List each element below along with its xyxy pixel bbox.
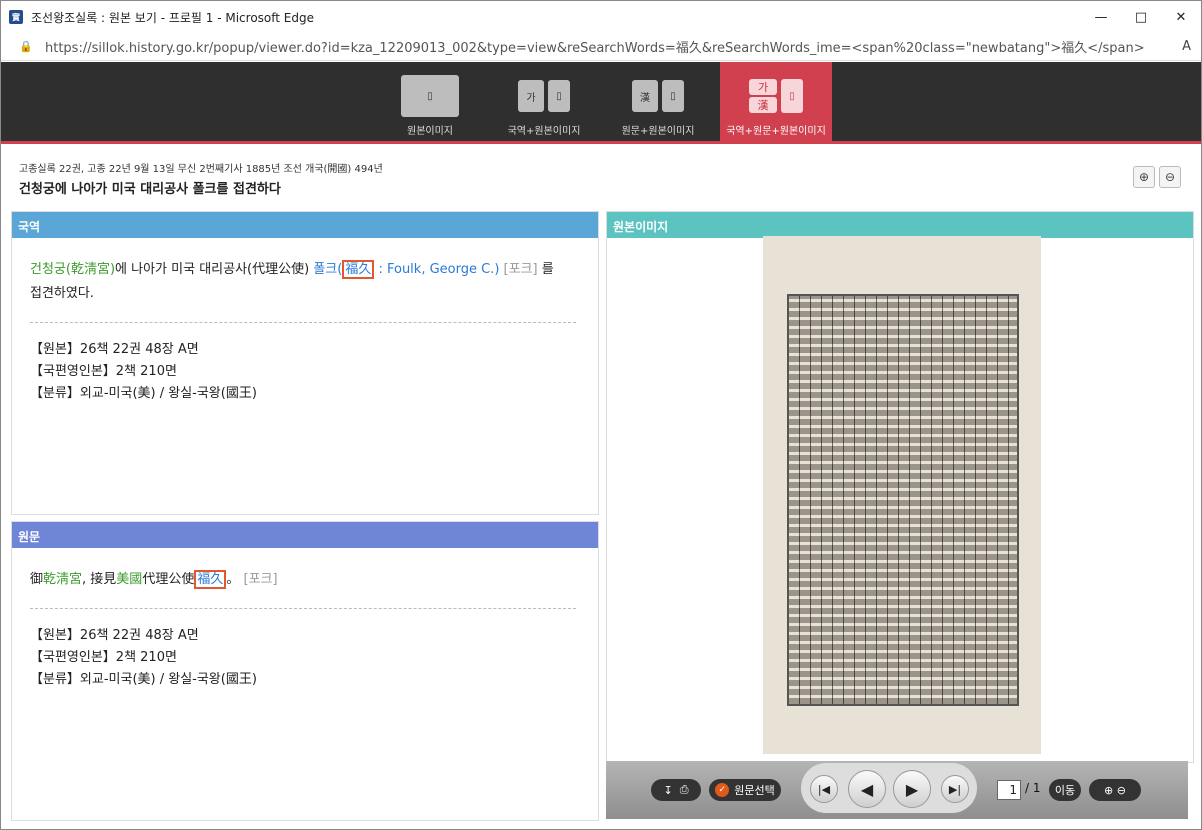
original-body: 御乾淸宮, 接見美國代理公使 福久。 [포크] 【원본】26책 22권 48장 A… xyxy=(12,548,598,691)
ref-item: 【국편영인본】2책 210면 xyxy=(30,650,177,665)
minimize-icon[interactable]: — xyxy=(1081,1,1121,33)
address-bar[interactable]: 🔒 https://sillok.history.go.kr/popup/vie… xyxy=(1,33,1201,61)
annotation: [포크] xyxy=(499,262,538,277)
text: 代理公使 xyxy=(142,572,195,587)
check-icon: ✓ xyxy=(715,783,730,797)
translation-body: 건청궁(乾淸宮)에 나아가 미국 대리공사(代理公使) 폴크(福久 : Foul… xyxy=(12,238,598,405)
text: 접견하였다. xyxy=(30,286,94,301)
korean-glyph-icon: 가 xyxy=(749,79,777,95)
text: 를 xyxy=(537,262,554,277)
search-highlight[interactable]: 福久 xyxy=(194,570,227,589)
image-icon: ▯ xyxy=(662,80,684,112)
browser-window: 實 조선왕조실록 : 원본 보기 - 프로필 1 - Microsoft Edg… xyxy=(0,0,1202,830)
next-page-icon[interactable]: ▶ xyxy=(893,770,931,808)
person-link[interactable]: 폴크( xyxy=(313,262,342,277)
page-total: / 1 xyxy=(1025,781,1041,795)
page-title: 건청궁에 나아가 미국 대리공사 폴크를 접견하다 xyxy=(19,182,281,197)
image-icon: ▯ xyxy=(781,79,803,113)
close-icon[interactable]: ✕ xyxy=(1161,1,1201,33)
zoom-out-icon[interactable]: ⊖ xyxy=(1117,784,1126,797)
ref-item: 【분류】외교-미국(美) / 왕실-국왕(國王) xyxy=(30,386,257,401)
image-panel: 원본이미지 xyxy=(606,211,1194,763)
view-toolbar: ▯ 원본이미지 가 ▯ 국역+원본이미지 漢 ▯ 원문+원본이미지 가 漢 ▯ 국역+원… xyxy=(1,62,1201,144)
image-icon: ▯ xyxy=(401,75,459,117)
tab-label: 국역+원문+원본이미지 xyxy=(726,126,826,137)
select-original-button[interactable]: ✓ 원문선택 xyxy=(709,779,781,801)
zoom-in-icon[interactable]: ⊕ xyxy=(1104,784,1113,797)
tab-translation-image[interactable]: 가 ▯ 국역+원본이미지 xyxy=(487,62,601,144)
print-icon[interactable]: ⎙ xyxy=(680,783,689,797)
translation-panel: 국역 건청궁(乾淸宮)에 나아가 미국 대리공사(代理公使) 폴크(福久 : F… xyxy=(11,211,599,515)
breadcrumb: 고종실록 22권, 고종 22년 9월 13일 무신 2번째기사 1885년 조… xyxy=(19,164,383,175)
original-text-panel: 원문 御乾淸宮, 接見美國代理公使 福久。 [포크] 【원본】26책 22권 48… xyxy=(11,521,599,821)
download-icon[interactable]: ↧ xyxy=(663,784,672,797)
ref-item: 【원본】26책 22권 48장 A면 xyxy=(30,342,199,357)
reference-list: 【원본】26책 22권 48장 A면 【국편영인본】2책 210면 【분류】외교… xyxy=(30,339,578,405)
annotation: [포크] xyxy=(239,572,278,587)
prev-page-icon[interactable]: ◀ xyxy=(848,770,886,808)
person-note: : Foulk, George C.) xyxy=(374,262,500,277)
ref-item: 【분류】외교-미국(美) / 왕실-국왕(國王) xyxy=(30,672,257,687)
original-page-scan[interactable] xyxy=(763,236,1041,754)
zoom-buttons[interactable]: ⊕ ⊖ xyxy=(1089,779,1141,801)
image-icon: ▯ xyxy=(548,80,570,112)
last-page-icon[interactable]: ▶| xyxy=(941,775,969,803)
article-header: 고종실록 22권, 고종 22년 9월 13일 무신 2번째기사 1885년 조… xyxy=(11,153,1191,203)
korean-glyph-icon: 가 xyxy=(518,80,544,112)
maximize-icon[interactable]: □ xyxy=(1121,1,1161,33)
tab-label: 원본이미지 xyxy=(407,126,453,137)
place-link[interactable]: 美國 xyxy=(116,572,142,587)
scan-text xyxy=(789,296,1017,704)
text: 에 나아가 미국 대리공사(代理公使) xyxy=(115,262,314,277)
panel-heading: 원문 xyxy=(12,522,598,548)
ref-item: 【원본】26책 22권 48장 A면 xyxy=(30,628,199,643)
panel-heading: 원본이미지 xyxy=(607,212,1193,238)
tab-original-image[interactable]: ▯ 원본이미지 xyxy=(373,62,487,144)
divider xyxy=(30,608,576,609)
zoom-out-icon[interactable]: ⊖ xyxy=(1159,166,1181,188)
window-controls: — □ ✕ xyxy=(1081,1,1201,33)
place-link[interactable]: 건청궁(乾淸宮) xyxy=(30,262,115,277)
text: , 接見 xyxy=(82,572,117,587)
app-logo-icon: 實 xyxy=(9,10,23,24)
text: 御 xyxy=(30,572,44,587)
page-number-input[interactable]: 1 xyxy=(997,780,1021,800)
reference-list: 【원본】26책 22권 48장 A면 【국편영인본】2책 210면 【분류】외교… xyxy=(30,625,578,691)
text: 。 xyxy=(226,572,240,587)
first-page-icon[interactable]: |◀ xyxy=(810,775,838,803)
lock-icon[interactable]: 🔒 xyxy=(19,40,33,54)
place-link[interactable]: 乾淸宮 xyxy=(43,572,82,587)
go-button[interactable]: 이동 xyxy=(1049,779,1081,801)
tab-all-views[interactable]: 가 漢 ▯ 국역+원문+원본이미지 xyxy=(720,62,832,144)
ref-item: 【국편영인본】2책 210면 xyxy=(30,364,177,379)
url-text[interactable]: https://sillok.history.go.kr/popup/viewe… xyxy=(45,37,1165,56)
tab-label: 국역+원본이미지 xyxy=(507,126,581,137)
zoom-in-icon[interactable]: ⊕ xyxy=(1133,166,1155,188)
download-print-button[interactable]: ↧ ⎙ xyxy=(651,779,701,801)
tab-original-text-image[interactable]: 漢 ▯ 원문+원본이미지 xyxy=(601,62,715,144)
window-title: 조선왕조실록 : 원본 보기 - 프로필 1 - Microsoft Edge xyxy=(31,10,314,25)
title-bar: 實 조선왕조실록 : 원본 보기 - 프로필 1 - Microsoft Edg… xyxy=(1,1,1201,33)
divider xyxy=(30,322,576,323)
read-aloud-icon[interactable]: A xyxy=(1182,39,1191,54)
hanja-glyph-icon: 漢 xyxy=(632,80,658,112)
search-highlight[interactable]: 福久 xyxy=(342,260,375,279)
tab-label: 원문+원본이미지 xyxy=(621,126,695,137)
hanja-glyph-icon: 漢 xyxy=(749,97,777,113)
panel-heading: 국역 xyxy=(12,212,598,238)
select-label: 원문선택 xyxy=(734,784,775,797)
